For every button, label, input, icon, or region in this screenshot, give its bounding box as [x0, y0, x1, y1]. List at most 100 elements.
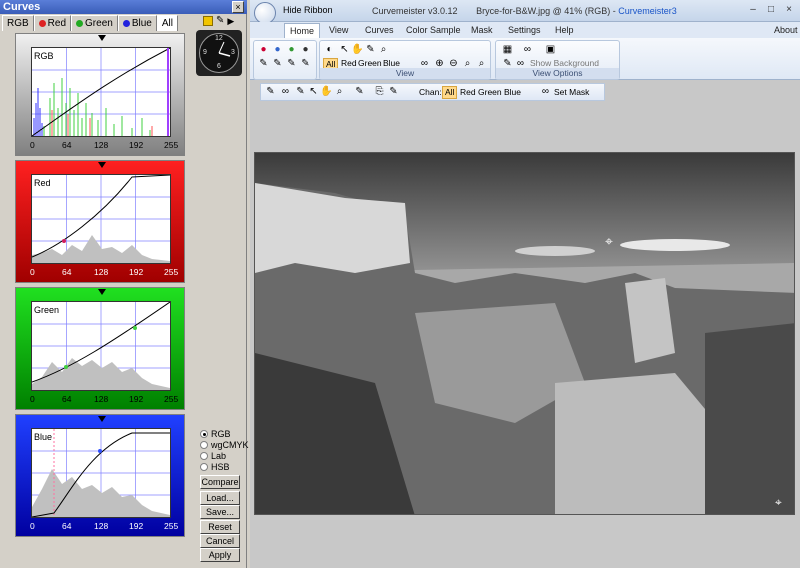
eyedropper-icon[interactable]: ✎: [257, 57, 270, 70]
toolbar-channel-red[interactable]: Red: [460, 87, 476, 98]
eyedropper-icon[interactable]: ✎: [216, 16, 224, 28]
tab-label: Blue: [131, 18, 152, 29]
pointer-icon[interactable]: ↖: [307, 85, 320, 98]
document-name: Bryce-for-B&W.jpg @ 41% (RGB): [476, 6, 611, 16]
hand-icon[interactable]: ✋: [320, 85, 333, 98]
close-icon[interactable]: ×: [782, 4, 796, 16]
tab-settings[interactable]: Settings: [503, 23, 546, 38]
tab-home[interactable]: Home: [284, 23, 321, 38]
window-title: Curvemeister v3.0.12 Bryce-for-B&W.jpg @…: [372, 6, 677, 16]
eyedropper-icon[interactable]: ✎: [285, 57, 298, 70]
glasses-icon[interactable]: ∞: [539, 85, 552, 98]
tab-view[interactable]: View: [324, 23, 353, 38]
tick-label: 192: [129, 394, 144, 404]
curve-title: Red: [34, 178, 51, 188]
color-swatch-icon[interactable]: ●: [285, 43, 298, 56]
channel-arrow-icon: [98, 162, 106, 168]
hide-ribbon-button[interactable]: Hide Ribbon: [283, 5, 333, 15]
title-bar: Hide Ribbon Curvemeister v3.0.12 Bryce-f…: [250, 0, 800, 24]
tick-label: 192: [129, 140, 144, 150]
radio-indicator: [200, 452, 208, 460]
eyedropper-icon[interactable]: ✎: [271, 57, 284, 70]
hand-icon[interactable]: ✋: [351, 43, 364, 56]
toolbar-channel-blue[interactable]: Blue: [504, 87, 521, 98]
folder-icon[interactable]: [203, 16, 213, 26]
curve-title: Blue: [34, 432, 53, 442]
radio-wgcmyk[interactable]: wgCMYK: [200, 440, 249, 450]
app-version: Curvemeister v3.0.12: [372, 6, 458, 16]
zoom-icon[interactable]: ⌕: [333, 85, 346, 98]
tab-green[interactable]: Green: [71, 15, 118, 31]
curve-panel-blue: Blue 0 64 128 192 255: [15, 414, 185, 537]
layout-icon[interactable]: ▦: [501, 43, 514, 56]
tab-label: All: [161, 18, 173, 29]
tab-curves[interactable]: Curves: [360, 23, 399, 38]
tab-help[interactable]: Help: [550, 23, 579, 38]
tab-all[interactable]: All: [156, 15, 178, 31]
app-logo-icon[interactable]: [254, 2, 276, 24]
clock-icon: 12 9 3 6: [199, 33, 239, 73]
tab-blue[interactable]: Blue: [117, 15, 157, 31]
curve-panel-green: Green 0 64 128 192 255: [15, 287, 185, 410]
compare-button[interactable]: Compare: [200, 475, 240, 489]
radio-label: wgCMYK: [211, 440, 249, 450]
tab-red[interactable]: Red: [33, 15, 72, 31]
green-dot-icon: [76, 20, 84, 27]
channel-arrow-icon: [98, 35, 106, 41]
crosshair-cursor-icon: ⌖: [605, 233, 613, 249]
tick-label: 64: [62, 521, 72, 531]
radio-label: HSB: [211, 462, 230, 472]
curve-graph-rgb[interactable]: RGB: [31, 47, 171, 137]
tab-label: Red: [47, 18, 67, 29]
pointer-icon[interactable]: ↖: [338, 43, 351, 56]
minimize-icon[interactable]: –: [746, 4, 760, 16]
brush-icon[interactable]: ✎: [294, 85, 307, 98]
glasses-icon[interactable]: ∞: [521, 43, 534, 56]
palette-icon[interactable]: ◐: [323, 43, 336, 56]
tick-label: 255: [164, 267, 179, 277]
color-wheel-icon[interactable]: ●: [257, 43, 270, 56]
toolbar-channel-green[interactable]: Green: [478, 87, 502, 98]
toolbar-channel-all[interactable]: All: [442, 86, 458, 99]
close-button[interactable]: ×: [232, 1, 244, 13]
tick-label: 255: [164, 394, 179, 404]
group-label: View: [320, 68, 490, 79]
curves-channel-tabs: RGB Red Green Blue All: [2, 15, 178, 31]
copy-icon[interactable]: ⎘: [373, 85, 386, 98]
play-icon[interactable]: ▶: [227, 16, 234, 28]
apply-button[interactable]: Apply: [200, 548, 240, 562]
curve-graph-green[interactable]: Green: [31, 301, 171, 391]
radio-rgb[interactable]: RGB: [200, 429, 231, 439]
image-icon[interactable]: ▣: [544, 43, 557, 56]
tab-rgb[interactable]: RGB: [2, 15, 34, 31]
color-swatch-icon[interactable]: ●: [271, 43, 284, 56]
zoom-icon[interactable]: ⌕: [377, 43, 390, 56]
radio-hsb[interactable]: HSB: [200, 462, 230, 472]
eyedropper-icon[interactable]: ✎: [364, 43, 377, 56]
set-mask-dropdown[interactable]: Set Mask: [554, 87, 589, 98]
color-swatch-icon[interactable]: ●: [299, 43, 312, 56]
curve-title: RGB: [34, 51, 54, 61]
eyedropper-icon[interactable]: ✎: [299, 57, 312, 70]
radio-lab[interactable]: Lab: [200, 451, 226, 461]
glasses-icon[interactable]: ∞: [279, 85, 292, 98]
curves-toolbar: ✎ ▶: [203, 16, 243, 28]
save-button[interactable]: Save...: [200, 505, 240, 519]
photo-canvas[interactable]: ⌖ ⌖: [254, 152, 795, 515]
tab-color-sample[interactable]: Color Sample: [401, 23, 466, 38]
tick-label: 0: [30, 521, 35, 531]
chan-label: Chan:: [419, 87, 442, 97]
pen-icon[interactable]: ✎: [387, 85, 400, 98]
tab-mask[interactable]: Mask: [466, 23, 498, 38]
about-link[interactable]: About: [769, 23, 800, 38]
tick-label: 64: [62, 394, 72, 404]
load-button[interactable]: Load...: [200, 491, 240, 505]
eyedropper-icon[interactable]: ✎: [353, 85, 366, 98]
tick-label: 128: [94, 521, 109, 531]
pin-icon[interactable]: ✎: [264, 85, 277, 98]
curve-graph-red[interactable]: Red: [31, 174, 171, 264]
reset-button[interactable]: Reset: [200, 520, 240, 534]
cancel-button[interactable]: Cancel: [200, 534, 240, 548]
curve-graph-blue[interactable]: Blue: [31, 428, 171, 518]
maximize-icon[interactable]: □: [764, 4, 778, 16]
